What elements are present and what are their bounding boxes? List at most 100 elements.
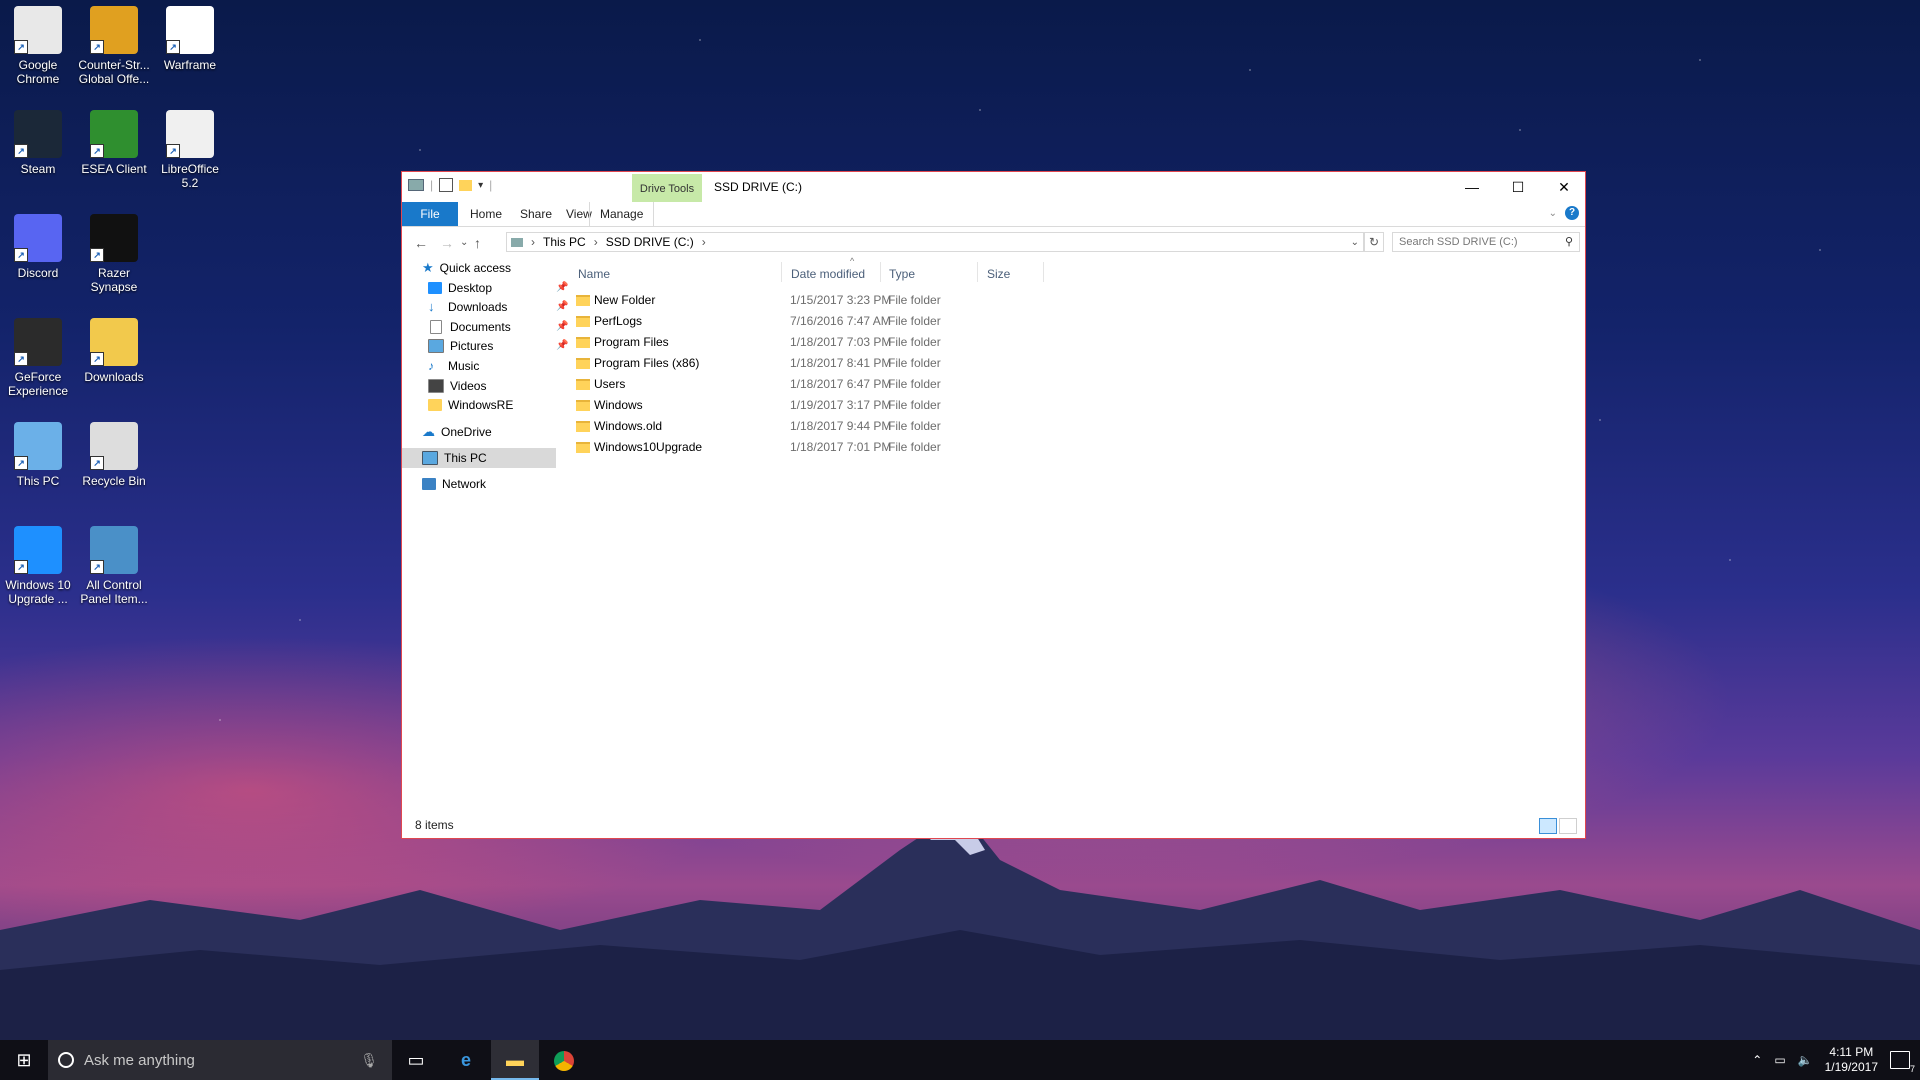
file-row[interactable]: PerfLogs 7/16/2016 7:47 AM File folder: [566, 311, 1086, 332]
new-folder-icon[interactable]: [459, 179, 473, 191]
file-type: File folder: [888, 440, 941, 454]
large-icons-view-icon[interactable]: [1559, 818, 1577, 834]
nav-this-pc[interactable]: This PC: [402, 448, 556, 468]
desktop-icon-windows[interactable]: ↗ Windows 10 Upgrade ...: [2, 520, 74, 606]
nav-desktop[interactable]: Desktop 📌: [428, 278, 568, 298]
nav-label: Downloads: [448, 300, 508, 314]
file-row[interactable]: Windows10Upgrade 1/18/2017 7:01 PM File fo…: [566, 437, 1086, 458]
column-header-size[interactable]: Size: [983, 262, 1010, 286]
file-row[interactable]: Program Files (x86) 1/18/2017 8:41 PM File…: [566, 353, 1086, 374]
chrome-taskbar-icon[interactable]: [540, 1040, 588, 1080]
shortcut-arrow-icon: ↗: [90, 352, 104, 366]
nav-downloads[interactable]: ↓ Downloads 📌: [428, 297, 568, 317]
volume-icon[interactable]: 🔈: [1798, 1053, 1813, 1067]
desktop-icon-computer[interactable]: ↗ This PC: [2, 416, 74, 488]
file-type: File folder: [888, 314, 941, 328]
file-row[interactable]: Windows 1/19/2017 3:17 PM File folder: [566, 395, 1086, 416]
shortcut-arrow-icon: ↗: [14, 40, 28, 54]
desktop-icon-razer[interactable]: ↗ Razer Synapse: [78, 208, 150, 294]
address-dropdown-icon[interactable]: ⌄: [1351, 237, 1359, 248]
details-view-icon[interactable]: [1539, 818, 1557, 834]
desktop-icon-chrome[interactable]: ↗ Google Chrome: [2, 0, 74, 86]
file-row[interactable]: Windows.old 1/18/2017 9:44 PM File folder: [566, 416, 1086, 437]
nav-windowsre[interactable]: WindowsRE: [428, 395, 513, 415]
back-icon[interactable]: ←: [414, 235, 428, 251]
maximize-button[interactable]: ☐: [1495, 172, 1541, 202]
file-type: File folder: [888, 293, 941, 307]
desktop-icon-esea[interactable]: ↗ ESEA Client: [78, 104, 150, 176]
steam-icon: ↗: [14, 110, 62, 158]
breadcrumb-this-pc[interactable]: This PC: [543, 235, 586, 249]
desktop-icon-label: Counter-Str... Global Offe...: [78, 58, 150, 86]
tab-file[interactable]: File: [402, 202, 458, 226]
desktop-icon-csgo[interactable]: ↗ Counter-Str... Global Offe...: [78, 0, 150, 86]
tab-home[interactable]: Home: [460, 202, 512, 226]
file-row[interactable]: Users 1/18/2017 6:47 PM File folder: [566, 374, 1086, 395]
file-type: File folder: [888, 398, 941, 412]
desktop-icon-downloads-folder[interactable]: ↗ Downloads: [78, 312, 150, 384]
cortana-placeholder: Ask me anything: [84, 1051, 195, 1069]
tab-share[interactable]: Share: [510, 202, 562, 226]
desktop-icon-geforce[interactable]: ↗ GeForce Experience: [2, 312, 74, 398]
shortcut-arrow-icon: ↗: [14, 456, 28, 470]
computer-icon: ↗: [14, 422, 62, 470]
shortcut-arrow-icon: ↗: [90, 40, 104, 54]
minimize-button[interactable]: —: [1449, 172, 1495, 202]
recent-locations-icon[interactable]: ⌄: [460, 237, 468, 248]
desktop-icon-discord[interactable]: ↗ Discord: [2, 208, 74, 280]
search-input[interactable]: Search SSD DRIVE (C:) ⚲: [1392, 232, 1580, 252]
file-explorer-taskbar-icon[interactable]: ▬: [491, 1040, 539, 1080]
desktop-icon-warframe[interactable]: ↗ Warframe: [154, 0, 226, 72]
ribbon-tabs: File Home Share View Manage ⌄ ?: [402, 202, 1585, 227]
nav-quick-access[interactable]: ★ Quick access: [422, 258, 511, 278]
qat-dropdown-icon[interactable]: ▾: [478, 180, 483, 191]
nav-label: Quick access: [439, 261, 512, 275]
file-type: File folder: [888, 377, 941, 391]
nav-music[interactable]: ♪ Music: [428, 356, 479, 376]
column-header-type[interactable]: Type: [885, 262, 915, 286]
nav-pictures[interactable]: Pictures 📌: [428, 336, 568, 356]
drive-tools-context-tab: Drive Tools: [632, 174, 702, 202]
action-center-icon[interactable]: 7: [1890, 1051, 1915, 1074]
desktop-icon-control-panel[interactable]: ↗ All Control Panel Item...: [78, 520, 150, 606]
forward-icon[interactable]: →: [440, 235, 454, 251]
desktop-icon-label: Steam: [20, 162, 56, 176]
desktop-icon-libreoffice[interactable]: ↗ LibreOffice 5.2: [154, 104, 226, 190]
file-row[interactable]: Program Files 1/18/2017 7:03 PM File folde…: [566, 332, 1086, 353]
up-icon[interactable]: ↑: [474, 235, 481, 251]
tab-manage[interactable]: Manage: [589, 202, 655, 226]
properties-icon[interactable]: [439, 178, 454, 192]
drive-icon: [511, 237, 523, 247]
network-tray-icon[interactable]: ▭: [1774, 1053, 1785, 1067]
breadcrumb-ssd-drive[interactable]: SSD DRIVE (C:): [606, 235, 694, 249]
cortana-search-box[interactable]: Ask me anything 🎙: [48, 1040, 392, 1080]
desktop-icon-steam[interactable]: ↗ Steam: [2, 104, 74, 176]
address-bar[interactable]: › This PC › SSD DRIVE (C:) › ⌄: [506, 232, 1364, 252]
folder-icon: [576, 316, 590, 327]
file-date: 1/15/2017 3:23 PM: [790, 293, 892, 307]
nav-onedrive[interactable]: ☁ OneDrive: [422, 422, 492, 442]
close-button[interactable]: ✕: [1541, 172, 1587, 202]
column-header-name[interactable]: Name: [574, 262, 610, 286]
warframe-icon: ↗: [166, 6, 214, 54]
show-hidden-icons-icon[interactable]: ⌃: [1752, 1053, 1762, 1067]
desktop-icon-recycle-bin[interactable]: ↗ Recycle Bin: [78, 416, 150, 488]
file-explorer-window[interactable]: | ▾ | Drive Tools SSD DRIVE (C:) — ☐ ✕ F…: [401, 171, 1586, 839]
file-date: 1/18/2017 7:03 PM: [790, 335, 892, 349]
help-icon[interactable]: ?: [1565, 206, 1579, 220]
edge-icon[interactable]: e: [442, 1040, 490, 1080]
expand-ribbon-icon[interactable]: ⌄: [1549, 208, 1557, 219]
file-row[interactable]: New Folder 1/15/2017 3:23 PM File folder: [566, 290, 1086, 311]
column-header-date[interactable]: Date modified: [787, 262, 865, 286]
task-view-button[interactable]: ▭: [392, 1040, 440, 1080]
nav-videos[interactable]: Videos: [428, 376, 486, 396]
search-icon: ⚲: [1564, 236, 1573, 248]
start-button[interactable]: ⊞: [0, 1040, 48, 1080]
status-item-count: 8 items: [415, 818, 454, 832]
nav-network[interactable]: Network: [422, 474, 486, 494]
microphone-icon[interactable]: 🎙: [360, 1052, 378, 1069]
refresh-button[interactable]: ↻: [1364, 232, 1384, 252]
title-bar[interactable]: | ▾ | Drive Tools SSD DRIVE (C:) — ☐ ✕: [402, 172, 1585, 202]
nav-documents[interactable]: Documents 📌: [428, 317, 568, 337]
clock[interactable]: 4:11 PM 1/19/2017: [1825, 1045, 1878, 1075]
